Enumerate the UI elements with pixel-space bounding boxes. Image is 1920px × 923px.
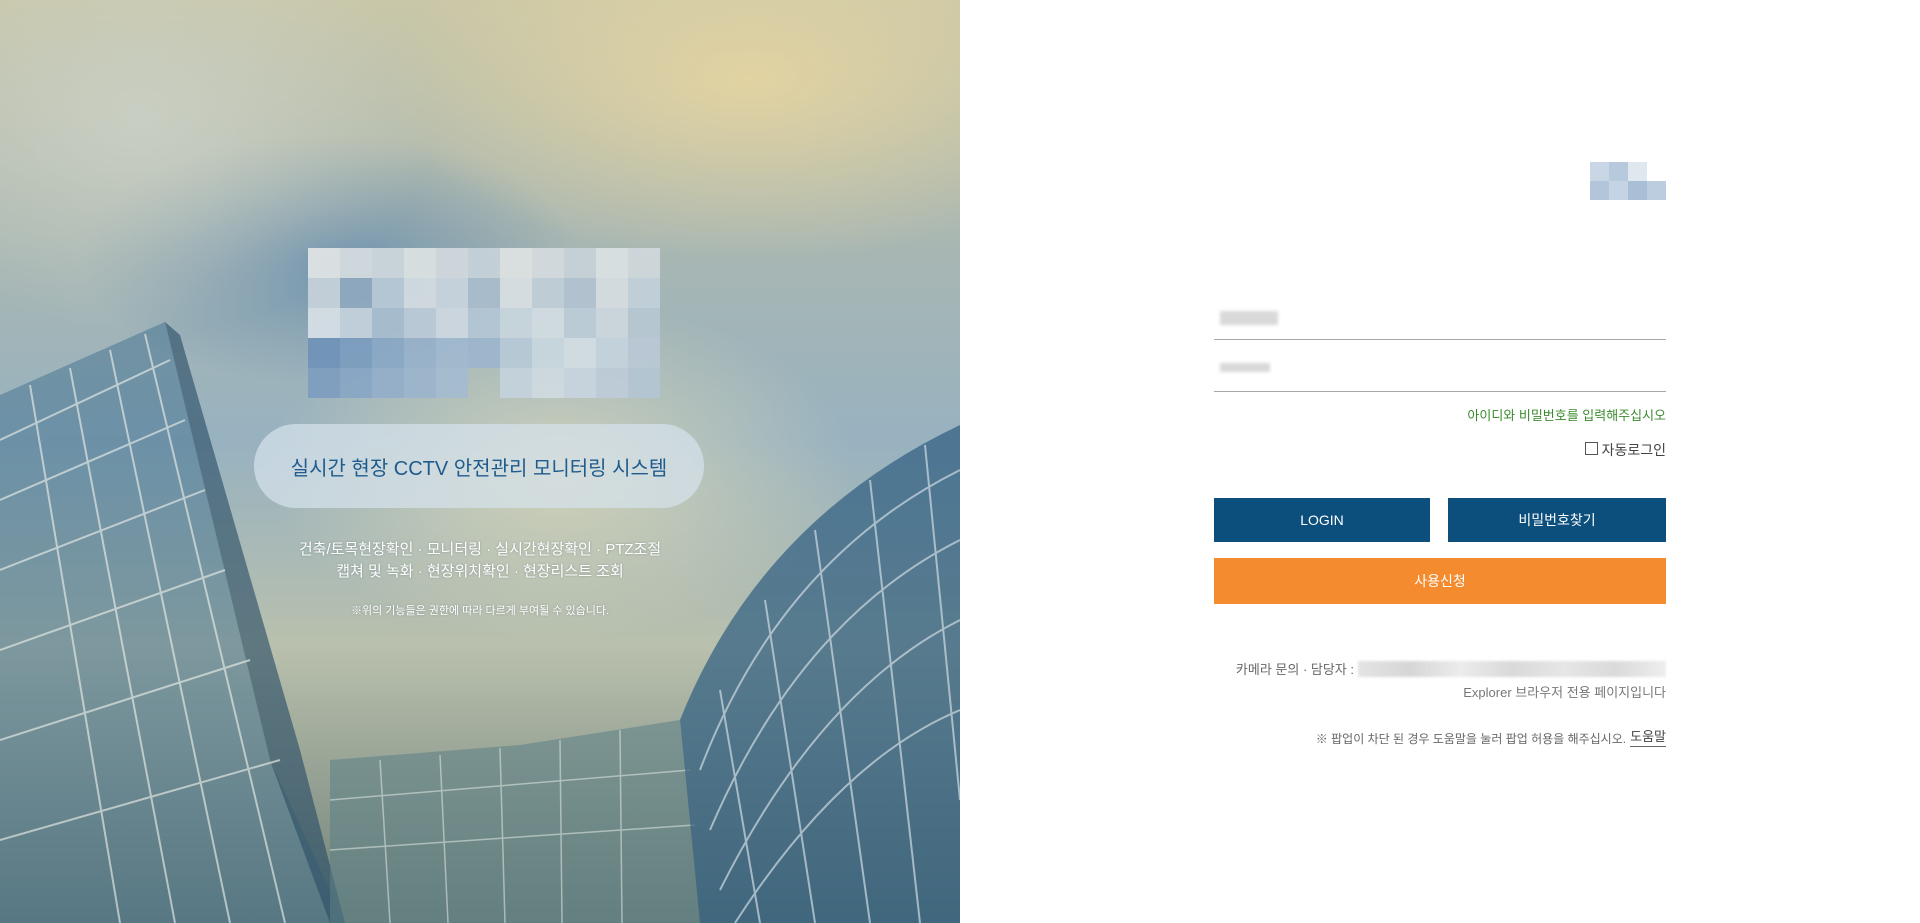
center-building [329,720,700,923]
password-field[interactable] [1214,345,1666,392]
auto-login-checkbox[interactable]: 자동로그인 [1584,440,1666,460]
system-title: 실시간 현장 CCTV 안전관리 모니터링 시스템 [290,457,668,480]
browser-note: Explorer 브라우저 전용 페이지입니다 [1463,685,1666,700]
features-line-2: 캡쳐 및 녹화 · 현장위치확인 · 현장리스트 조회 [336,563,624,580]
auto-login-label: 자동로그인 [1601,442,1666,458]
left-building [0,322,345,923]
contact-label: 카메라 문의 · 담당자 : [1235,662,1354,677]
system-logo [308,248,660,398]
user-id-field[interactable] [1214,294,1666,340]
popup-note: ※ 팝업이 차단 된 경우 도움말을 눌러 팝업 허용을 해주십시오. [1315,732,1627,746]
features-line-1: 건축/토목현장확인 · 모니터링 · 실시간현장확인 · PTZ조절 [298,541,662,558]
find-password-button[interactable]: 비밀번호찾기 [1448,498,1666,542]
signup-request-button[interactable]: 사용신청 [1214,558,1666,604]
permission-note: ※위의 기능들은 권한에 따라 다르게 부여될 수 있습니다. [350,605,610,617]
login-button[interactable]: LOGIN [1214,498,1430,542]
checkbox-icon[interactable] [1584,441,1598,455]
right-building [680,425,960,923]
company-logo [1590,162,1666,200]
camera-contact: 카메라 문의 · 담당자 : [1236,659,1666,678]
hero-panel: 실시간 현장 CCTV 안전관리 모니터링 시스템 건축/토목현장확인 · 모니… [0,0,960,923]
password-input[interactable] [1214,345,1666,391]
help-link[interactable]: 도움말 [1630,726,1666,747]
login-hint: 아이디와 비밀번호를 입력해주십시오 [1467,408,1666,423]
popup-note-row: ※ 팝업이 차단 된 경우 도움말을 눌러 팝업 허용을 해주십시오. 도움말 [1316,726,1666,747]
masked-contact-info [1358,660,1666,677]
system-title-pill: 실시간 현장 CCTV 안전관리 모니터링 시스템 [254,424,704,508]
user-id-input[interactable] [1214,294,1666,339]
